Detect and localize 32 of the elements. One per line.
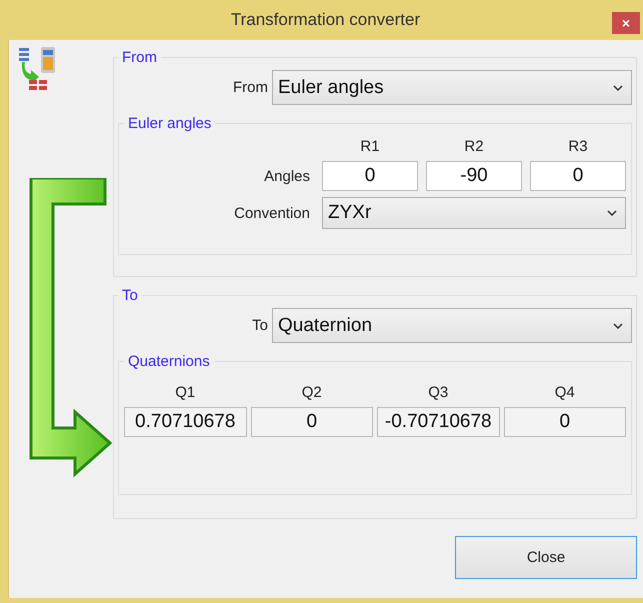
column-header: Q4 — [554, 384, 576, 401]
to-label: To — [252, 317, 268, 334]
to-dropdown[interactable]: Quaternion — [272, 308, 632, 343]
close-button[interactable]: × — [612, 12, 640, 34]
column-header: R1 — [359, 138, 381, 155]
quaternion-field[interactable]: 0 — [504, 407, 626, 437]
close-button[interactable]: Close — [455, 536, 637, 579]
angles-label: Angles — [263, 168, 311, 184]
group-title: From — [121, 49, 158, 66]
convention-label: Convention — [233, 204, 311, 222]
convention-dropdown[interactable]: ZYXr — [322, 197, 626, 229]
quaternion-field[interactable]: -0.70710678 — [377, 407, 500, 437]
quaternion-field[interactable]: 0 — [250, 407, 373, 437]
angle-field[interactable]: 0 — [322, 161, 418, 191]
from-dropdown[interactable]: Euler angles — [272, 70, 632, 105]
group-title: Euler angles — [127, 115, 212, 132]
quaternion-field[interactable]: 0.70710678 — [124, 407, 246, 437]
chevron-down-icon — [613, 322, 623, 328]
group-title: To — [121, 287, 139, 304]
group-title: Quaternions — [127, 353, 211, 370]
column-header: R2 — [463, 138, 485, 155]
angle-field[interactable]: -90 — [426, 161, 522, 191]
chevron-down-icon — [607, 210, 617, 216]
chevron-down-icon — [613, 84, 623, 90]
column-header: Q3 — [427, 384, 450, 401]
angle-field[interactable]: 0 — [530, 161, 626, 191]
column-header: Q1 — [174, 384, 196, 401]
from-label: From — [233, 79, 268, 96]
window-title: Transformation converter — [230, 10, 420, 30]
converter-icon — [17, 46, 57, 92]
column-header: R3 — [567, 138, 589, 155]
column-header: Q2 — [300, 384, 323, 401]
